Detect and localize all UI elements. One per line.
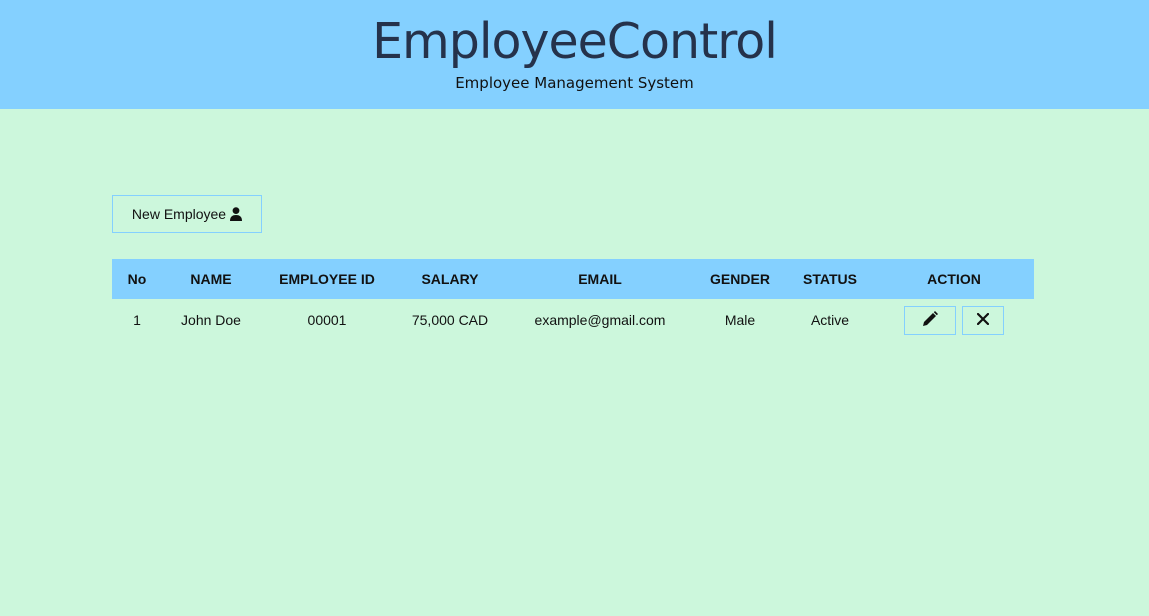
cell-action bbox=[874, 299, 1034, 341]
app-header: EmployeeControl Employee Management Syst… bbox=[0, 0, 1149, 109]
cell-salary: 75,000 CAD bbox=[411, 312, 489, 328]
delete-button[interactable] bbox=[962, 305, 1004, 335]
app-subtitle: Employee Management System bbox=[455, 74, 694, 92]
cell-email: example@gmail.com bbox=[534, 312, 666, 328]
pencil-icon bbox=[922, 310, 938, 330]
col-header-action: ACTION bbox=[927, 271, 981, 287]
col-header-email: EMAIL bbox=[578, 271, 622, 287]
new-employee-label: New Employee bbox=[131, 206, 227, 222]
col-header-gender: GENDER bbox=[710, 271, 770, 287]
cell-employee-id: 00001 bbox=[307, 312, 347, 328]
edit-button[interactable] bbox=[904, 305, 956, 335]
cell-no: 1 bbox=[133, 312, 141, 328]
col-header-status: STATUS bbox=[803, 271, 857, 287]
employee-table: No NAME EMPLOYEE ID SALARY EMAIL GENDER … bbox=[112, 259, 1034, 341]
close-icon bbox=[976, 312, 990, 328]
col-header-no: No bbox=[127, 271, 147, 287]
new-employee-button[interactable]: New Employee bbox=[112, 195, 262, 233]
cell-status: Active bbox=[810, 312, 850, 328]
col-header-salary: SALARY bbox=[421, 271, 479, 287]
app-title: EmployeeControl bbox=[372, 13, 778, 70]
cell-name: John Doe bbox=[181, 312, 241, 328]
table-header-row: No NAME EMPLOYEE ID SALARY EMAIL GENDER … bbox=[112, 259, 1034, 299]
col-header-employee-id: EMPLOYEE ID bbox=[279, 271, 375, 287]
table-row: 1 John Doe 00001 75,000 CAD example@gmai… bbox=[112, 299, 1034, 341]
cell-gender: Male bbox=[724, 312, 756, 328]
user-icon bbox=[230, 207, 243, 221]
col-header-name: NAME bbox=[190, 271, 232, 287]
